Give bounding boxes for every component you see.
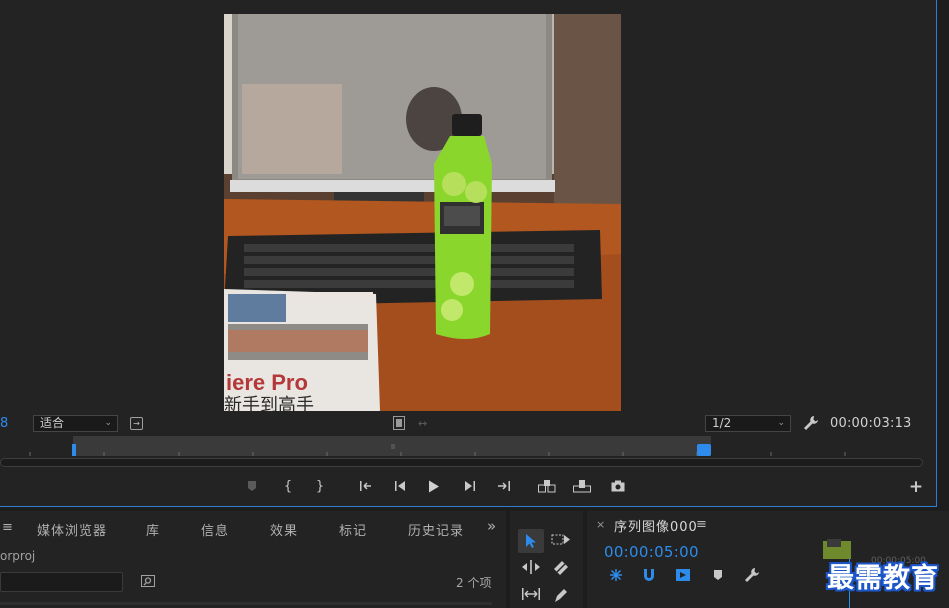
mark-out-button[interactable]: }: [310, 477, 330, 497]
panel-menu-icon[interactable]: ≡: [696, 517, 707, 532]
zoom-scroll-bar[interactable]: [0, 458, 923, 467]
step-forward-button[interactable]: [460, 477, 480, 497]
project-panel: ≡ 媒体浏览器 库 信息 效果 标记 历史记录 » orproj 2 个项: [0, 511, 506, 608]
razor-icon: [554, 561, 568, 575]
button-editor-add-button[interactable]: +: [906, 477, 926, 497]
chevron-down-icon: ⌄: [104, 418, 112, 428]
settings-export-icon[interactable]: →: [130, 417, 143, 430]
close-icon[interactable]: ×: [596, 518, 605, 531]
play-icon: [429, 480, 439, 493]
tools-panel: [510, 511, 583, 608]
project-list-divider: [0, 602, 492, 605]
ripple-edit-tool[interactable]: [518, 556, 544, 580]
program-monitor-panel: iere Pro 新手到高手 8 适合 ⌄ → ↔ 1/2 ⌄ 00:00:03…: [0, 0, 937, 507]
insert-button[interactable]: [537, 477, 557, 497]
timeline-settings-wrench-icon[interactable]: [743, 567, 761, 583]
step-back-button[interactable]: [390, 477, 410, 497]
pen-icon: [555, 589, 567, 602]
slip-tool[interactable]: [518, 583, 544, 607]
track-select-tool[interactable]: [548, 529, 574, 553]
go-to-in-icon: [360, 481, 371, 491]
play-button[interactable]: [424, 477, 444, 497]
time-ruler: [29, 444, 846, 456]
playhead-handle[interactable]: [697, 444, 711, 456]
overwrite-button[interactable]: [572, 477, 592, 497]
track-select-icon: [551, 534, 570, 545]
ripple-edit-icon: [522, 560, 540, 574]
razor-tool[interactable]: [548, 556, 574, 580]
tab-sequence[interactable]: 序列图像000: [614, 516, 698, 535]
watermark-logo-text: 最需教育: [827, 563, 939, 594]
go-to-in-button[interactable]: [356, 477, 376, 497]
project-search-input[interactable]: [0, 572, 123, 592]
tab-effects[interactable]: 效果: [270, 520, 298, 539]
wrench-icon[interactable]: [803, 415, 819, 431]
selection-tool[interactable]: [518, 529, 544, 553]
overwrite-icon: [573, 480, 591, 493]
step-back-icon: [395, 481, 405, 491]
tabs-overflow-icon[interactable]: »: [487, 517, 497, 535]
tab-history[interactable]: 历史记录: [408, 520, 464, 539]
arrow-cursor-icon: [526, 534, 536, 548]
film-strip-icon[interactable]: [393, 416, 405, 430]
find-bin-icon[interactable]: [141, 575, 155, 587]
go-to-out-button[interactable]: [494, 477, 514, 497]
frame-indicator: 8: [0, 416, 9, 431]
timeline-scrubber[interactable]: [0, 436, 923, 468]
project-file-name: orproj: [0, 549, 36, 563]
sequence-timecode[interactable]: 00:00:05:00: [604, 543, 699, 561]
mark-in-button[interactable]: {: [278, 477, 298, 497]
clip-thumbnail-overlay: [827, 539, 841, 547]
program-monitor-viewer[interactable]: iere Pro 新手到高手: [224, 14, 621, 411]
step-forward-icon: [465, 481, 475, 491]
tab-libraries[interactable]: 库: [146, 520, 160, 539]
playback-resolution-value: 1/2: [712, 416, 732, 430]
book-title-text: iere Pro: [226, 370, 308, 395]
project-panel-tabs: ≡ 媒体浏览器 库 信息 效果 标记 历史记录 »: [0, 517, 506, 539]
fit-zoom-select[interactable]: 适合 ⌄: [33, 415, 118, 432]
mark-out-icon: }: [315, 479, 325, 494]
in-point-marker[interactable]: [72, 444, 76, 456]
tab-markers[interactable]: 标记: [339, 520, 367, 539]
panel-menu-icon[interactable]: ≡: [2, 520, 13, 535]
transport-controls: { } +: [0, 477, 937, 499]
slip-icon: [522, 588, 540, 600]
fit-zoom-value: 适合: [40, 416, 65, 430]
book-subtitle-text: 新手到高手: [224, 395, 314, 411]
insert-icon: [538, 480, 556, 493]
playback-resolution-select[interactable]: 1/2 ⌄: [705, 415, 791, 432]
chevron-down-icon: ⌄: [777, 418, 785, 428]
tab-info[interactable]: 信息: [201, 520, 229, 539]
add-marker-button[interactable]: [242, 477, 262, 497]
go-to-out-icon: [498, 481, 510, 491]
playhead-timecode[interactable]: 00:00:03:13: [830, 416, 912, 431]
nest-toggle-icon[interactable]: [607, 567, 625, 583]
linked-selection-icon[interactable]: [674, 567, 692, 583]
item-count-label: 2 个项: [456, 576, 492, 590]
timeline-panel: × 序列图像000 ≡ 00:00:05:00 00:00:05:00 最需教育: [587, 511, 949, 608]
tab-media-browser[interactable]: 媒体浏览器: [37, 520, 107, 539]
snap-magnet-icon[interactable]: [640, 567, 658, 583]
camera-icon: [611, 480, 625, 492]
export-frame-button[interactable]: [608, 477, 628, 497]
add-marker-icon[interactable]: [709, 567, 727, 583]
marker-icon: [248, 481, 256, 491]
video-frame-image: iere Pro 新手到高手: [224, 14, 621, 411]
pen-tool[interactable]: [548, 583, 574, 607]
mark-in-icon: {: [283, 479, 293, 494]
multi-camera-icon[interactable]: ↔: [418, 417, 427, 430]
